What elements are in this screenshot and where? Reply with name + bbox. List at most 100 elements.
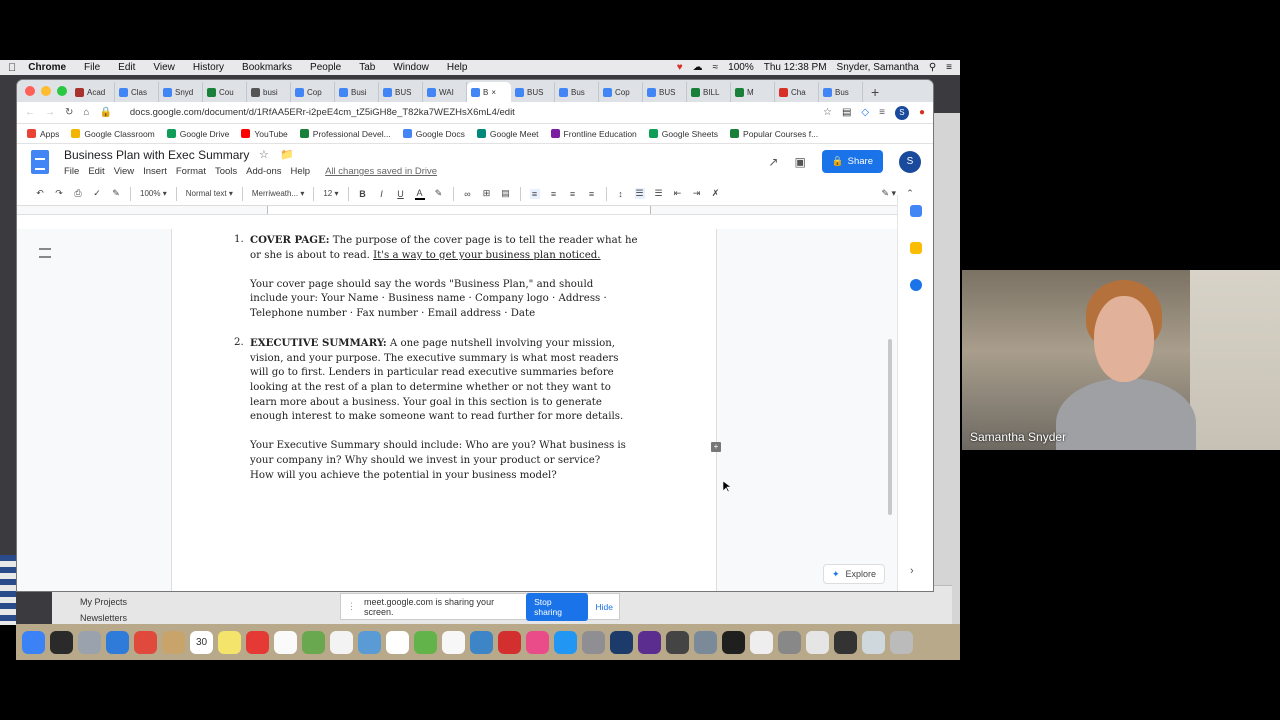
dock-app-icon[interactable] (50, 630, 73, 654)
dock-app-icon[interactable] (22, 630, 45, 654)
extension-icon[interactable]: ▤ (842, 107, 851, 118)
menu-help[interactable]: Help (447, 62, 468, 73)
docs-menu-view[interactable]: View (114, 166, 134, 177)
home-icon[interactable]: ⌂ (83, 107, 89, 118)
dock-app-icon[interactable] (610, 630, 633, 654)
insert-comment-icon[interactable]: ⊞ (482, 188, 492, 199)
dock-app-icon[interactable] (638, 630, 661, 654)
ruler[interactable] (17, 206, 933, 215)
bookmark-item[interactable]: Google Drive (166, 129, 229, 139)
menu-file[interactable]: File (84, 62, 100, 73)
numbered-list-icon[interactable]: ☰ (634, 188, 645, 199)
document-title[interactable]: Business Plan with Exec Summary (64, 148, 249, 162)
close-tab-icon[interactable]: × (491, 88, 496, 97)
italic-icon[interactable]: I (377, 189, 387, 199)
docs-menu-tools[interactable]: Tools (215, 166, 237, 177)
docs-menu-file[interactable]: File (64, 166, 79, 177)
zoom-window-button[interactable] (57, 86, 67, 96)
opera-icon[interactable]: ● (919, 107, 925, 118)
text-color-icon[interactable]: A (414, 188, 425, 200)
playlist-icon[interactable]: ≡ (879, 107, 885, 118)
print-icon[interactable]: ⎙ (73, 188, 83, 199)
bookmark-item[interactable]: Frontline Education (550, 129, 637, 139)
font-select[interactable]: Merriweath... ▾ (252, 189, 304, 198)
dock-app-icon[interactable] (554, 630, 577, 654)
redo-icon[interactable]: ↷ (54, 188, 64, 199)
browser-tab[interactable]: Bus (555, 82, 599, 102)
decrease-indent-icon[interactable]: ⇤ (673, 188, 683, 199)
clock[interactable]: Thu 12:38 PM (764, 62, 827, 73)
align-justify-icon[interactable]: ≡ (587, 189, 597, 199)
docs-menu-format[interactable]: Format (176, 166, 206, 177)
browser-tab[interactable]: B × (467, 82, 511, 102)
account-avatar[interactable]: S (899, 150, 921, 173)
dock-app-icon[interactable] (106, 630, 129, 654)
url-field[interactable]: docs.google.com/document/d/1RfAA5ERr-i2p… (130, 107, 515, 118)
bookmark-item[interactable]: Google Sheets (648, 129, 718, 139)
dock-app-icon[interactable] (806, 630, 829, 654)
menu-bookmarks[interactable]: Bookmarks (242, 62, 292, 73)
bookmark-item[interactable]: YouTube (241, 129, 288, 139)
dock-app-icon[interactable] (498, 630, 521, 654)
bookmark-item[interactable]: Apps (27, 129, 59, 139)
dock-app-icon[interactable] (694, 630, 717, 654)
profile-icon[interactable]: S (894, 105, 909, 120)
insert-link-icon[interactable]: ∞ (463, 189, 473, 199)
hide-button[interactable]: Hide (596, 602, 613, 612)
drag-handle-icon[interactable]: ⋮ (347, 601, 356, 612)
dock-app-icon[interactable] (358, 630, 381, 654)
align-center-icon[interactable]: ≡ (549, 189, 559, 199)
docs-logo-icon[interactable] (31, 150, 49, 174)
editing-mode-icon[interactable]: ✎ ▾ (881, 188, 896, 199)
dock-app-icon[interactable] (582, 630, 605, 654)
bookmark-item[interactable]: Popular Courses f... (730, 129, 818, 139)
move-folder-icon[interactable]: 📁 (280, 149, 294, 161)
dock-app-icon[interactable] (666, 630, 689, 654)
dock-app-icon[interactable] (162, 630, 185, 654)
chevron-right-icon[interactable]: › (910, 565, 914, 577)
bold-icon[interactable]: B (358, 189, 368, 199)
menu-view[interactable]: View (153, 62, 175, 73)
tasks-icon[interactable] (910, 279, 922, 291)
battery-level[interactable]: 100% (728, 62, 754, 73)
bookmark-star-icon[interactable]: ☆ (823, 107, 832, 118)
dock-app-icon[interactable] (218, 630, 241, 654)
heart-icon[interactable]: ♥ (677, 62, 683, 73)
dock-app-icon[interactable] (778, 630, 801, 654)
style-select[interactable]: Normal text ▾ (186, 189, 233, 198)
clear-formatting-icon[interactable]: ✗ (711, 188, 721, 199)
browser-tab[interactable]: Cou (203, 82, 247, 102)
spellcheck-icon[interactable]: ✓ (92, 188, 102, 199)
wifi-icon[interactable]: ≈ (713, 62, 719, 73)
insert-image-icon[interactable]: ▤ (501, 188, 511, 199)
zoom-select[interactable]: 100% ▾ (140, 189, 167, 198)
close-window-button[interactable] (25, 86, 35, 96)
keep-icon[interactable] (910, 242, 922, 254)
browser-tab[interactable]: BILL (687, 82, 731, 102)
vertical-scrollbar[interactable] (888, 339, 892, 515)
align-right-icon[interactable]: ≡ (568, 189, 578, 199)
lock-icon[interactable]: 🔒 (99, 107, 111, 118)
menu-edit[interactable]: Edit (118, 62, 135, 73)
new-tab-button[interactable]: + (871, 82, 879, 102)
increase-indent-icon[interactable]: ⇥ (692, 188, 702, 199)
highlight-color-icon[interactable]: ✎ (434, 188, 444, 199)
activity-trend-icon[interactable]: ↗ (768, 155, 778, 169)
dock-app-icon[interactable] (386, 630, 409, 654)
extension-icon-2[interactable]: ◇ (861, 107, 869, 118)
docs-menu-help[interactable]: Help (291, 166, 311, 177)
browser-tab[interactable]: busi (247, 82, 291, 102)
apple-icon[interactable]:  (8, 62, 16, 74)
dock-app-icon[interactable] (890, 630, 913, 654)
docs-menu-insert[interactable]: Insert (143, 166, 167, 177)
minimize-window-button[interactable] (41, 86, 51, 96)
docs-menu-addons[interactable]: Add-ons (246, 166, 281, 177)
browser-tab[interactable]: Snyd (159, 82, 203, 102)
user-name[interactable]: Snyder, Samantha (837, 62, 919, 73)
star-icon[interactable]: ☆ (259, 149, 269, 161)
reload-icon[interactable]: ↻ (65, 107, 73, 118)
save-status[interactable]: All changes saved in Drive (325, 166, 437, 177)
dock-app-icon[interactable] (414, 630, 437, 654)
dock-app-icon[interactable] (862, 630, 885, 654)
line-spacing-icon[interactable]: ↕ (616, 189, 626, 199)
